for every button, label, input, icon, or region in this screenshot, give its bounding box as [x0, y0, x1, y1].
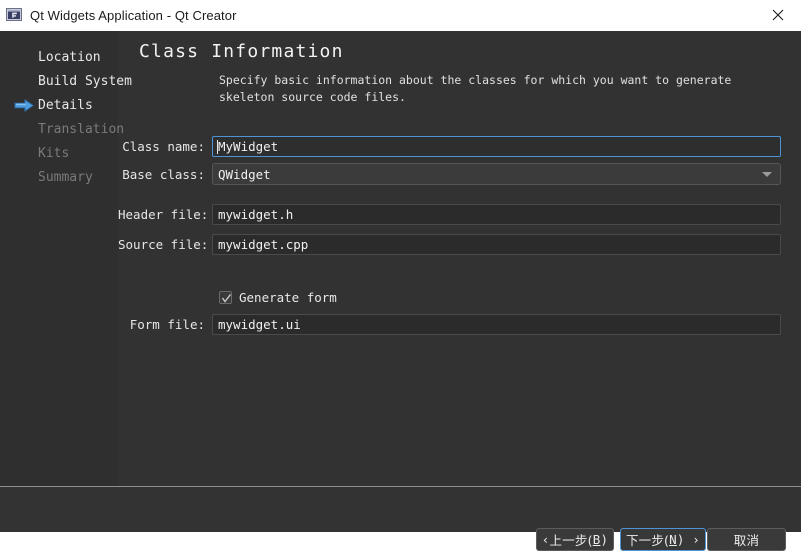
- wizard-body: Location Build System Details Translatio…: [0, 31, 801, 551]
- sidebar-item-translation[interactable]: Translation: [0, 119, 124, 140]
- back-button-suffix: ): [600, 532, 609, 547]
- class-name-label: Class name:: [122, 138, 205, 154]
- sidebar-item-label: Translation: [38, 122, 125, 137]
- arrow-right-icon: [14, 99, 36, 113]
- window-title: Qt Widgets Application - Qt Creator: [30, 7, 237, 23]
- row-form-file: Form file: mywidget.ui: [118, 313, 781, 335]
- header-file-value: mywidget.h: [218, 206, 294, 222]
- form-file-label: Form file:: [129, 316, 205, 332]
- row-base-class: Base class: QWidget: [118, 163, 781, 185]
- source-file-label: Source file:: [118, 236, 209, 252]
- back-button-label: 上一步(: [549, 533, 593, 548]
- next-button-mnemonic: N: [669, 532, 677, 547]
- source-file-input[interactable]: mywidget.cpp: [212, 233, 781, 255]
- title-bar: Qt Widgets Application - Qt Creator: [0, 0, 801, 31]
- chevron-down-icon: [762, 172, 772, 177]
- row-source-file: Source file: mywidget.cpp: [118, 233, 781, 255]
- page-title: Class Information: [139, 41, 344, 62]
- sidebar-item-label: Details: [38, 98, 93, 113]
- class-name-value: MyWidget: [218, 138, 279, 154]
- sidebar-item-label: Location: [38, 50, 101, 65]
- wizard-footer: ‹ 上一步(B) 下一步(N) › 取消: [0, 487, 801, 551]
- cancel-button[interactable]: 取消: [707, 528, 786, 551]
- header-file-input[interactable]: mywidget.h: [212, 203, 781, 225]
- sidebar-item-location[interactable]: Location: [0, 47, 118, 68]
- sidebar-item-label: Kits: [38, 146, 70, 161]
- qt-wizard-window: Qt Widgets Application - Qt Creator Loca…: [0, 0, 801, 551]
- back-button[interactable]: ‹ 上一步(B): [536, 528, 614, 551]
- page-description: Specify basic information about the clas…: [219, 73, 732, 104]
- next-button[interactable]: 下一步(N) ›: [620, 528, 706, 551]
- base-class-value: QWidget: [218, 166, 271, 182]
- base-class-label: Base class:: [122, 166, 205, 182]
- sidebar-item-kits[interactable]: Kits: [0, 143, 118, 164]
- class-name-input[interactable]: MyWidget: [212, 135, 781, 157]
- back-button-mnemonic: B: [592, 532, 601, 547]
- sidebar-item-label: Summary: [38, 170, 93, 185]
- next-button-suffix: ) ›: [676, 532, 701, 547]
- header-file-label: Header file:: [118, 206, 209, 222]
- form-file-value: mywidget.ui: [218, 316, 301, 332]
- checkmark-icon[interactable]: [219, 291, 232, 304]
- wizard-content: Class Information Specify basic informat…: [118, 31, 801, 486]
- sidebar-item-details[interactable]: Details: [0, 95, 118, 116]
- base-class-combobox[interactable]: QWidget: [212, 163, 781, 185]
- next-button-label: 下一步(: [625, 533, 670, 548]
- qt-creator-icon: [6, 7, 22, 23]
- back-button-prefix: ‹: [541, 532, 550, 547]
- cancel-button-label: 取消: [733, 533, 760, 548]
- row-class-name: Class name: MyWidget: [118, 135, 781, 157]
- wizard-sidebar: Location Build System Details Translatio…: [0, 31, 132, 486]
- close-icon[interactable]: [755, 0, 801, 30]
- text-caret: [217, 139, 218, 154]
- generate-form-label: Generate form: [239, 290, 337, 305]
- sidebar-item-summary[interactable]: Summary: [0, 167, 118, 188]
- row-header-file: Header file: mywidget.h: [118, 203, 781, 225]
- sidebar-item-build-system[interactable]: Build System: [0, 71, 132, 92]
- generate-form-checkbox-row[interactable]: Generate form: [219, 290, 337, 305]
- form-file-input[interactable]: mywidget.ui: [212, 313, 781, 335]
- source-file-value: mywidget.cpp: [218, 236, 309, 252]
